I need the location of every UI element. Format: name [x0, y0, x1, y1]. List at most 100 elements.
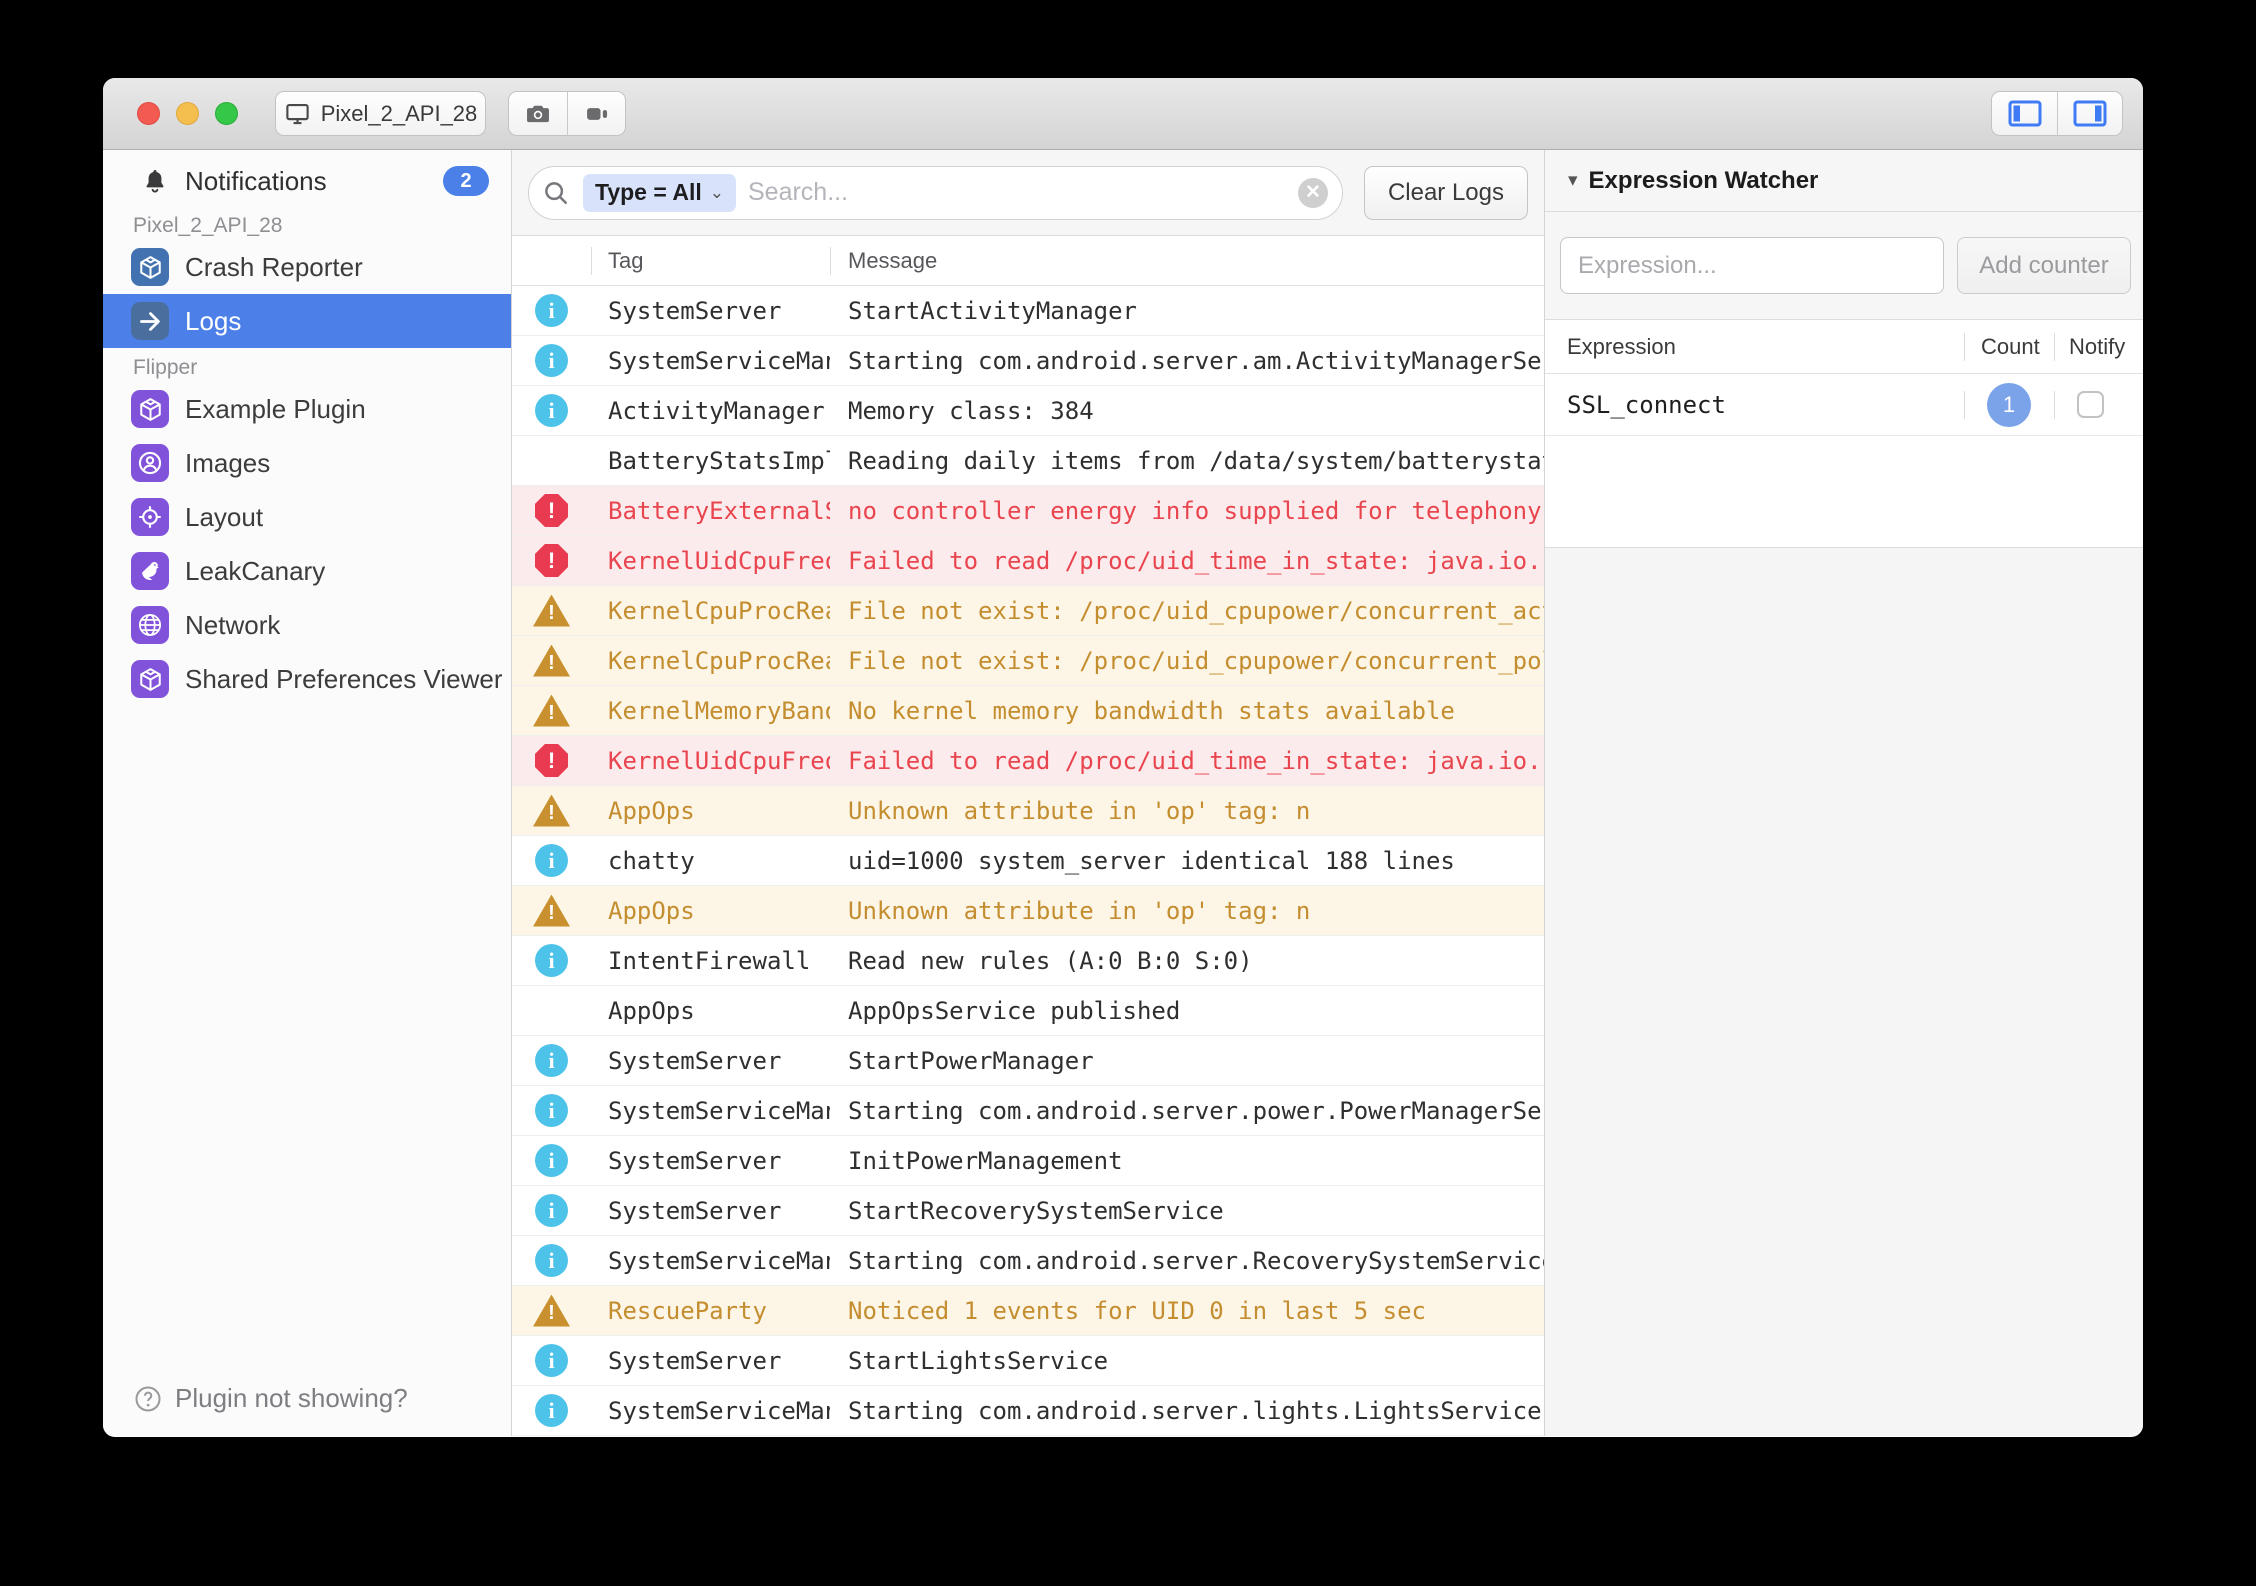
titlebar: Pixel_2_API_28 [103, 78, 2143, 150]
log-tag: RescueParty [591, 1297, 830, 1325]
log-row[interactable]: iSystemServerInitPowerManagement [512, 1136, 1544, 1186]
warning-icon: ! [533, 595, 570, 627]
sidebar-item-layout[interactable]: Layout [103, 490, 511, 544]
log-level-cell: i [512, 344, 591, 377]
sidebar-item-label: Logs [185, 306, 241, 337]
watcher-row[interactable]: SSL_connect1 [1545, 374, 2143, 436]
log-row[interactable]: iIntentFirewallRead new rules (A:0 B:0 S… [512, 936, 1544, 986]
cube-icon [131, 390, 169, 428]
column-header-count: Count [1964, 333, 2054, 361]
clear-search-icon[interactable]: ✕ [1298, 178, 1328, 208]
log-tag: SystemServer [591, 1197, 830, 1225]
log-level-cell: ! [512, 595, 591, 627]
sidebar-item-label: Crash Reporter [185, 252, 363, 283]
log-message: Memory class: 384 [830, 397, 1544, 425]
log-message: Starting com.android.server.lights.Light… [830, 1397, 1544, 1425]
log-row[interactable]: !KernelMemoryBandwidthStatsNo kernel mem… [512, 686, 1544, 736]
log-tag: AppOps [591, 997, 830, 1025]
log-row[interactable]: !RescuePartyNoticed 1 events for UID 0 i… [512, 1286, 1544, 1336]
log-row[interactable]: iSystemServiceManagerStarting com.androi… [512, 1236, 1544, 1286]
screenshot-button[interactable] [508, 91, 567, 136]
sidebar: Notifications 2 Pixel_2_API_28 Crash Rep… [103, 150, 512, 1436]
device-selector-button[interactable]: Pixel_2_API_28 [275, 91, 486, 136]
log-message: Reading daily items from /data/system/ba… [830, 447, 1544, 475]
log-row[interactable]: !KernelUidCpuFreqTimeReaderFailed to rea… [512, 536, 1544, 586]
expression-watcher-header[interactable]: ▾ Expression Watcher [1545, 150, 2143, 212]
zoom-button[interactable] [215, 102, 238, 125]
info-icon: i [535, 1344, 568, 1377]
question-circle-icon [133, 1384, 163, 1414]
plugin-not-showing-link[interactable]: Plugin not showing? [133, 1383, 408, 1414]
log-row[interactable]: !KernelUidCpuFreqTimeReaderFailed to rea… [512, 736, 1544, 786]
log-message: StartPowerManager [830, 1047, 1544, 1075]
log-row[interactable]: iSystemServerStartLightsService [512, 1336, 1544, 1386]
log-row[interactable]: !AppOpsUnknown attribute in 'op' tag: n [512, 886, 1544, 936]
log-row[interactable]: iSystemServiceManagerStarting com.androi… [512, 1086, 1544, 1136]
sidebar-toggles [1991, 91, 2123, 136]
info-icon: i [535, 394, 568, 427]
log-row[interactable]: iActivityManagerMemory class: 384 [512, 386, 1544, 436]
sidebar-item-shared-preferences-viewer[interactable]: Shared Preferences Viewer [103, 652, 511, 706]
sidebar-item-images[interactable]: Images [103, 436, 511, 490]
chevron-down-icon: ⌄ [710, 183, 724, 203]
log-message: File not exist: /proc/uid_cpupower/concu… [830, 597, 1544, 625]
cube-icon [131, 660, 169, 698]
add-counter-button[interactable]: Add counter [1957, 237, 2131, 294]
log-search-bar[interactable]: Type = All ⌄ ✕ [528, 166, 1343, 220]
close-button[interactable] [137, 102, 160, 125]
log-row[interactable]: iSystemServerStartActivityManager [512, 286, 1544, 336]
info-icon: i [535, 1144, 568, 1177]
sidebar-item-leakcanary[interactable]: LeakCanary [103, 544, 511, 598]
sidebar-section-device: Pixel_2_API_28 [103, 212, 511, 240]
log-table-body: iSystemServerStartActivityManageriSystem… [512, 286, 1544, 1436]
logs-toolbar: Type = All ⌄ ✕ Clear Logs [512, 150, 1544, 236]
log-row[interactable]: !BatteryExternalStatsWorkerno controller… [512, 486, 1544, 536]
sidebar-item-example-plugin[interactable]: Example Plugin [103, 382, 511, 436]
log-tag: SystemServer [591, 1047, 830, 1075]
log-row[interactable]: ichattyuid=1000 system_server identical … [512, 836, 1544, 886]
expression-watcher-title: Expression Watcher [1589, 167, 1819, 195]
log-level-cell: i [512, 294, 591, 327]
column-header-message: Message [830, 247, 1544, 275]
log-row[interactable]: iSystemServerStartPowerManager [512, 1036, 1544, 1086]
type-filter-chip[interactable]: Type = All ⌄ [583, 174, 736, 212]
log-row[interactable]: !AppOpsUnknown attribute in 'op' tag: n [512, 786, 1544, 836]
expression-input[interactable] [1560, 237, 1944, 294]
sidebar-item-label: Example Plugin [185, 394, 366, 425]
log-row[interactable]: iSystemServiceManagerStarting com.androi… [512, 1386, 1544, 1436]
log-message: File not exist: /proc/uid_cpupower/concu… [830, 647, 1544, 675]
clear-logs-button[interactable]: Clear Logs [1364, 166, 1528, 220]
camera-icon [524, 100, 552, 128]
log-tag: IntentFirewall [591, 947, 830, 975]
plugin-not-showing-label: Plugin not showing? [175, 1383, 408, 1414]
sidebar-item-label: Images [185, 448, 270, 479]
desktop-background: Pixel_2_API_28 [0, 0, 2256, 1586]
sidebar-item-notifications[interactable]: Notifications 2 [103, 150, 511, 212]
toggle-right-sidebar-button[interactable] [2057, 91, 2123, 136]
info-icon: i [535, 844, 568, 877]
sidebar-item-network[interactable]: Network [103, 598, 511, 652]
right-panel-icon [2073, 100, 2107, 127]
collapse-triangle-icon: ▾ [1568, 169, 1578, 192]
log-row[interactable]: AppOpsAppOpsService published [512, 986, 1544, 1036]
minimize-button[interactable] [176, 102, 199, 125]
log-row[interactable]: !KernelCpuProcReaderFile not exist: /pro… [512, 586, 1544, 636]
watcher-table-body: SSL_connect1 [1545, 374, 2143, 436]
search-input[interactable] [748, 178, 1286, 207]
log-row[interactable]: !KernelCpuProcReaderFile not exist: /pro… [512, 636, 1544, 686]
toggle-left-sidebar-button[interactable] [1991, 91, 2057, 136]
sidebar-item-crash-reporter[interactable]: Crash Reporter [103, 240, 511, 294]
column-header-notify: Notify [2054, 333, 2143, 361]
sidebar-item-logs[interactable]: Logs [103, 294, 511, 348]
flipper-plugin-list: Example Plugin Images LayoutLeakCanaryNetw… [103, 382, 511, 706]
log-tag: SystemServer [591, 1347, 830, 1375]
info-icon: i [535, 1094, 568, 1127]
log-tag: KernelUidCpuFreqTimeReader [591, 547, 830, 575]
screen-record-button[interactable] [567, 91, 626, 136]
notify-checkbox[interactable] [2077, 391, 2104, 418]
log-row[interactable]: BatteryStatsImplReading daily items from… [512, 436, 1544, 486]
log-tag: KernelCpuProcReader [591, 647, 830, 675]
log-row[interactable]: iSystemServerStartRecoverySystemService [512, 1186, 1544, 1236]
log-row[interactable]: iSystemServiceManagerStarting com.androi… [512, 336, 1544, 386]
log-level-cell: i [512, 1144, 591, 1177]
